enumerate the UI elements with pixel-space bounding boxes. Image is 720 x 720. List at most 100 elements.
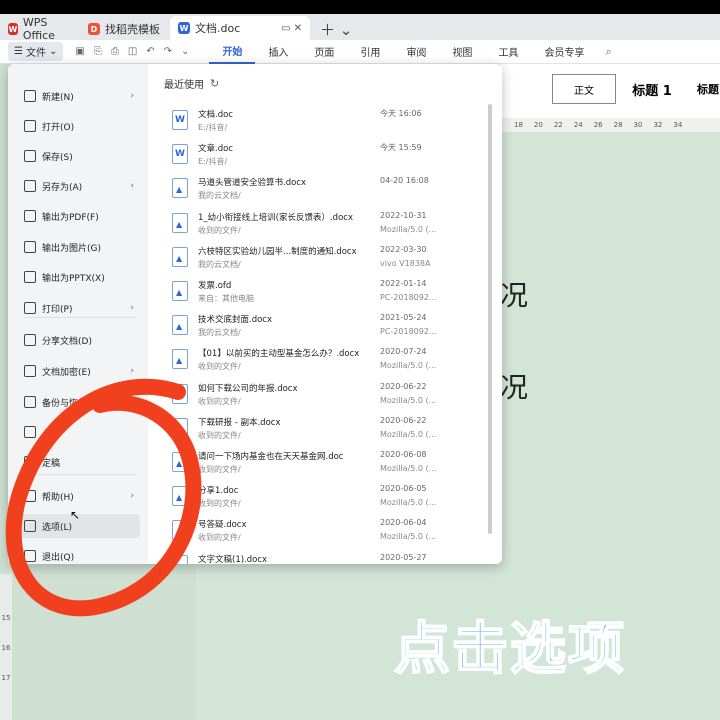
chevron-right-icon: › xyxy=(130,303,134,313)
pptx-icon xyxy=(24,271,36,283)
file-date: 今天 16:06 xyxy=(380,109,422,118)
gear-icon xyxy=(24,520,36,532)
tab-label: WPS Office xyxy=(22,16,55,42)
file-menu-item[interactable]: 文档加密(E) › xyxy=(16,359,140,383)
recent-file-row[interactable]: 六枝特区实验幼儿园半...制度的通知.docx 我的云文档/2022-03-30 v… xyxy=(172,245,472,279)
chevron-right-icon: › xyxy=(130,91,134,101)
chevron-right-icon: › xyxy=(130,366,134,376)
tab-home[interactable]: 开始 xyxy=(209,40,256,64)
file-menu-item[interactable]: 帮助(H) › xyxy=(16,484,140,508)
recent-file-row[interactable]: 技术交底封面.docx 我的云文档/2021-05-24 PC-2018092... xyxy=(172,313,472,347)
file-menu-item-label: 定稿 xyxy=(42,458,61,469)
recent-file-row[interactable]: 下载研报 - 副本.docx 收到的文件/2020-06-22 Mozilla/5.… xyxy=(172,416,472,450)
word-file-icon xyxy=(172,212,188,233)
print-icon xyxy=(24,302,36,314)
vertical-ruler: 15 16 17 xyxy=(0,574,12,720)
recent-file-row[interactable]: 发票.ofd 来自：其他电脑 2022-01-14 PC-2018092... xyxy=(172,279,472,313)
word-file-icon xyxy=(172,315,188,336)
file-date: 2020-06-05 xyxy=(380,484,427,494)
recent-file-row[interactable]: 【01】以前买的主动型基金怎么办？.docx 收到的文件/2020-07-24 Mo… xyxy=(172,347,472,381)
file-menu-item[interactable]: 分享文档(D) xyxy=(16,328,140,352)
file-path: 我的云文档/ xyxy=(198,259,241,269)
folder-icon xyxy=(24,120,36,132)
file-name: 技术交底封面.docx xyxy=(198,315,273,326)
file-menu-item[interactable]: 另存为(A) › xyxy=(16,174,140,198)
file-date: 2020-06-08 xyxy=(380,450,427,459)
search-icon[interactable]: ⌕ xyxy=(605,45,611,59)
recent-file-row[interactable]: 文字文稿(1).docx 2020-05-27 xyxy=(172,553,472,564)
undo-icon[interactable]: ↶ xyxy=(146,46,154,57)
close-tab-icon[interactable]: ▭ ✕ xyxy=(281,23,302,34)
refresh-icon[interactable]: ↻ xyxy=(210,77,219,90)
exit-icon xyxy=(24,550,36,562)
file-source: Mozilla/5.0 (... xyxy=(380,464,437,473)
file-menu-item[interactable]: 备份与恢复(K) › xyxy=(16,390,140,414)
file-path: 收到的文件/ xyxy=(198,430,241,440)
tab-tools[interactable]: 工具 xyxy=(485,40,531,64)
recent-file-row[interactable]: 请问一下场内基金也在天天基金网.doc 收到的文件/2020-06-08 Mozil… xyxy=(172,450,472,484)
file-menu-item[interactable]: 输出为图片(G) xyxy=(16,235,140,259)
tab-templates[interactable]: D 找稻壳模板 xyxy=(80,18,170,40)
file-path: E:/抖音/ xyxy=(198,123,228,132)
file-dropdown: 新建(N) › 打开(O) 保存(S) 另存为(A) › 输出为PDF(F) 输出为图片(G)… xyxy=(8,64,502,564)
file-menu-button[interactable]: ☰ 文件 ⌄ xyxy=(8,42,64,61)
print-icon[interactable]: ⎙ xyxy=(111,46,119,57)
recent-file-row[interactable]: 1_幼小衔接线上培训(家长反馈表）.docx 收到的文件/2022-10-31 Mo… xyxy=(172,211,472,245)
file-menu-item[interactable]: 定稿 xyxy=(16,450,140,474)
menu-separator xyxy=(24,317,136,318)
redo-icon[interactable]: ↷ xyxy=(164,46,172,57)
file-menu-item-label: 打印(P) xyxy=(42,304,73,315)
scrollbar[interactable] xyxy=(488,104,492,534)
recent-file-row[interactable]: 分享1.doc 收到的文件/2020-06-05 Mozilla/5.0 (... xyxy=(172,484,472,518)
tab-review[interactable]: 审阅 xyxy=(393,40,439,64)
file-menu-item-label: 退出(Q) xyxy=(42,552,75,563)
recent-file-row[interactable]: 马道头管道安全验算书.docx 我的云文档/04-20 16:08 xyxy=(172,176,472,210)
tab-wps-office[interactable]: W WPS Office xyxy=(0,16,80,42)
file-menu-item-label: 选项(L) xyxy=(42,522,73,533)
file-date: 2022-10-31 xyxy=(380,210,427,220)
tab-insert[interactable]: 插入 xyxy=(255,40,301,64)
chevron-right-icon: › xyxy=(130,491,134,501)
file-menu-item[interactable]: 退出(Q) xyxy=(16,544,140,564)
file-menu-item[interactable] xyxy=(16,420,140,444)
recent-file-row[interactable]: 号答疑.docx 收到的文件/2020-06-04 Mozilla/5.0 (... xyxy=(172,518,472,552)
file-name: 分享1.doc xyxy=(198,486,239,497)
file-path: 收到的文件/ xyxy=(198,533,241,543)
file-path: E:/抖音/ xyxy=(198,157,228,167)
recent-file-row[interactable]: 如何下载公司的年报.docx 收到的文件/2020-06-22 Mozilla/5.… xyxy=(172,382,472,416)
file-menu-item[interactable]: 打开(O) xyxy=(16,114,140,138)
save-icon[interactable]: ▣ xyxy=(75,46,84,57)
file-menu-item[interactable]: 保存(S) xyxy=(16,144,140,168)
recent-file-row[interactable]: 文章.doc E:/抖音/今天 15:59 xyxy=(172,142,472,176)
tab-label: 文档.doc xyxy=(195,22,241,35)
preview-icon[interactable]: ◫ xyxy=(128,46,137,57)
chevron-down-icon[interactable]: ⌄ xyxy=(181,46,189,57)
file-date: 2021-05-24 xyxy=(380,313,427,323)
file-path: 收到的文件/ xyxy=(198,225,241,235)
file-name: 马道头管道安全验算书.docx xyxy=(198,178,307,189)
recent-file-row[interactable]: 文档.doc E:/抖音/今天 16:06 xyxy=(172,108,472,142)
file-menu-item-label: 新建(N) xyxy=(42,92,74,103)
file-path: 我的云文档/ xyxy=(198,191,241,201)
style-normal[interactable]: 正文 xyxy=(552,74,616,104)
tab-page[interactable]: 页面 xyxy=(301,40,347,64)
chevron-down-icon: ⌄ xyxy=(48,46,58,57)
file-menu-item[interactable]: 输出为PPTX(X) xyxy=(16,265,140,289)
file-name: 文章.doc xyxy=(198,144,233,155)
tab-member[interactable]: 会员专享 xyxy=(531,40,597,64)
new-tab-icon[interactable]: ＋ ⌄ xyxy=(320,18,352,40)
word-file-icon xyxy=(172,178,188,199)
file-date: 2020-06-04 xyxy=(380,518,427,528)
image-icon xyxy=(24,241,36,253)
style-heading-2[interactable]: 标题 xyxy=(688,74,720,104)
tab-view[interactable]: 视图 xyxy=(439,40,485,64)
backup-icon xyxy=(24,396,36,408)
tab-document[interactable]: W 文档.doc ▭ ✕ xyxy=(170,16,310,40)
file-menu-item[interactable]: 输出为PDF(F) xyxy=(16,204,140,228)
style-heading-1[interactable]: 标题 1 xyxy=(622,74,682,104)
hamburger-icon: ☰ xyxy=(14,46,23,57)
file-menu-item[interactable]: 新建(N) › xyxy=(16,84,140,108)
share-icon xyxy=(24,334,36,346)
share-icon[interactable]: ⎘ xyxy=(94,46,102,57)
tab-references[interactable]: 引用 xyxy=(347,40,393,64)
